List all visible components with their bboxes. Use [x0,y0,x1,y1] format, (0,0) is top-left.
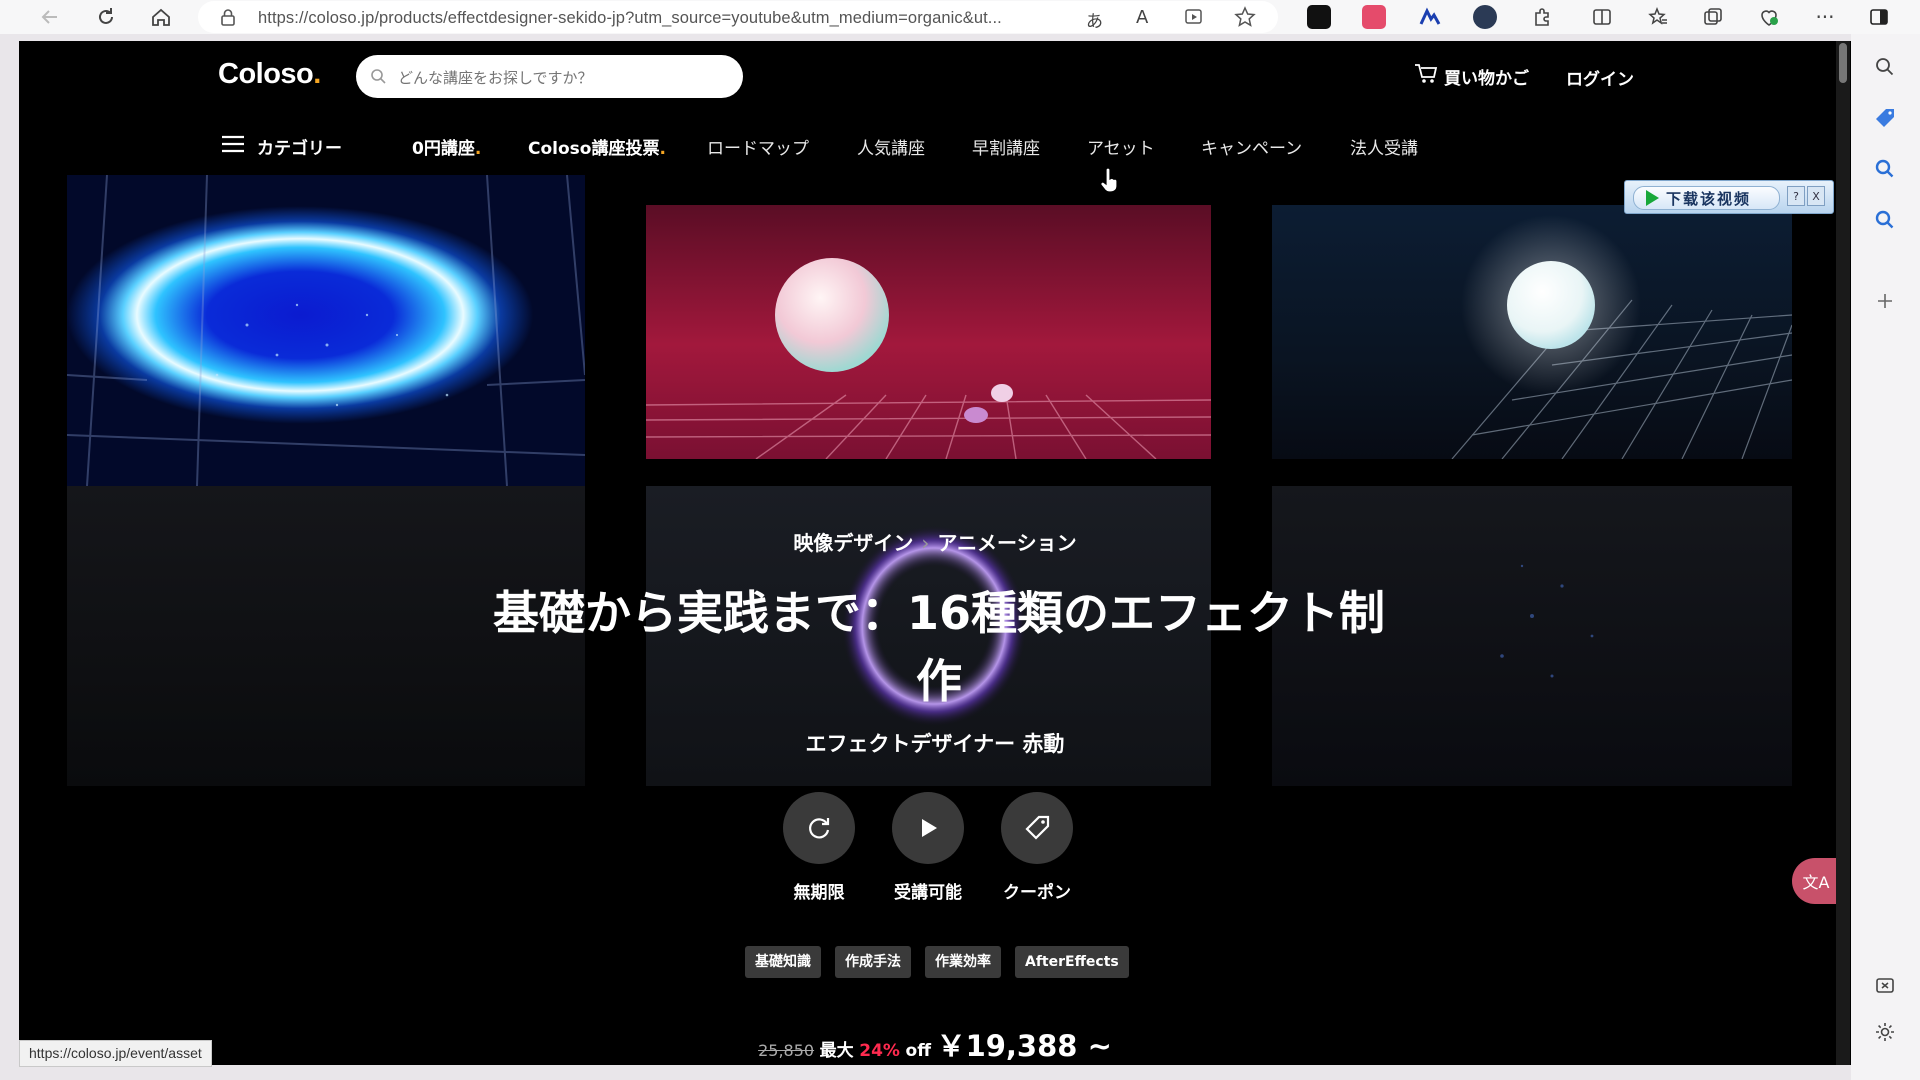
sidebar-bing-search-icon[interactable] [1873,208,1897,232]
course-title-line2: 作 [916,654,962,708]
translate-widget-button[interactable]: 文A [1792,858,1840,904]
course-title-line1: 基礎から実践まで：16種類のエフェクト制 [492,586,1385,640]
nav-category-label: カテゴリー [257,139,342,159]
logo-text: Coloso [218,58,314,90]
hero-image-portal [67,175,585,486]
feature-unlimited: 無期限 [764,792,874,903]
page-scrollbar[interactable] [1836,41,1850,1065]
nav-corporate[interactable]: 法人受講 [1350,129,1418,169]
tag-chip[interactable]: AfterEffects [1015,946,1129,978]
status-link-preview: https://coloso.jp/event/asset [19,1040,212,1067]
translate-page-icon[interactable]: あ [1086,7,1103,32]
nav-vote-dot: . [659,139,666,159]
play-icon [892,792,964,864]
browser-essentials-icon[interactable] [1756,4,1782,30]
extension-icon-2[interactable] [1362,5,1386,29]
more-menu-icon[interactable]: ··· [1812,4,1838,30]
tag-chip[interactable]: 基礎知識 [745,946,821,978]
favorite-star-icon[interactable] [1234,6,1256,32]
sidebar-search-icon[interactable] [1873,55,1897,79]
translate-icon: 文A [1802,873,1830,892]
read-aloud-icon[interactable]: A [1136,7,1148,28]
feature-coupon[interactable]: クーポン [982,792,1092,903]
original-price: 25,850 [758,1041,815,1060]
logo-dot: . [313,58,321,90]
cart-icon [1414,63,1438,90]
nav-early-discount[interactable]: 早割講座 [972,129,1040,169]
nav-vote-label: Coloso講座投票 [528,139,660,159]
cart-button[interactable]: 買い物かご [1414,63,1529,90]
close-overlay-button[interactable]: X [1807,186,1825,206]
download-video-button[interactable]: 下载该视频 [1633,186,1780,210]
nav-assets[interactable]: アセット [1087,129,1155,169]
coloso-logo[interactable]: Coloso. [218,58,321,91]
nav-free-courses-label: 0円講座 [412,139,475,159]
feature-label: クーポン [1003,883,1071,903]
price-row: 25,850 最大 24% off ￥19,388 ~ [19,1023,1851,1065]
scroll-thumb[interactable] [1839,43,1847,83]
nav-category[interactable]: カテゴリー [221,129,342,169]
current-price: ￥19,388 ~ [936,1029,1112,1063]
discount-percent: 24% [859,1041,900,1061]
tag-chip[interactable]: 作成手法 [835,946,911,978]
tag-icon [1001,792,1073,864]
feature-label: 無期限 [793,883,845,903]
nav-campaign[interactable]: キャンペーン [1201,129,1302,169]
sidebar-add-icon[interactable] [1873,289,1897,313]
login-button[interactable]: ログイン [1566,65,1634,90]
reload-icon[interactable] [93,4,119,30]
play-icon [1646,190,1659,206]
hamburger-icon [221,129,245,169]
help-button[interactable]: ? [1787,186,1805,206]
collections-icon[interactable] [1700,4,1726,30]
download-video-label: 下载该视频 [1666,189,1752,208]
download-video-overlay: 下载该视频 ? X [1624,180,1834,214]
breadcrumb-child[interactable]: アニメーション [937,531,1076,555]
breadcrumb-parent[interactable]: 映像デザイン [793,531,913,555]
hero-image-sphere-grid [1272,205,1792,459]
max-label: 最大 [819,1041,854,1061]
address-bar[interactable]: https://coloso.jp/products/effectdesigne… [198,1,1278,33]
feature-available: 受講可能 [873,792,983,903]
sidebar-toggle-icon[interactable] [1866,4,1892,30]
breadcrumb: 映像デザイン › アニメーション [19,527,1851,556]
favorites-icon[interactable] [1645,4,1671,30]
course-title: 基礎から実践まで：16種類のエフェクト制 作 [489,579,1389,715]
back-icon[interactable] [37,4,63,30]
nav-popular[interactable]: 人気講座 [857,129,925,169]
extensions-puzzle-icon[interactable] [1529,4,1555,30]
home-icon[interactable] [148,4,174,30]
edge-sidebar [1851,34,1920,1080]
chevron-right-icon: › [921,531,930,555]
sidebar-settings-gear-icon[interactable] [1873,1020,1897,1044]
sidebar-shopping-tag-icon[interactable] [1873,106,1897,130]
nav-free-courses[interactable]: 0円講座. [412,129,481,169]
extension-icon-3[interactable] [1418,5,1442,29]
nav-roadmap[interactable]: ロードマップ [707,129,809,169]
lock-icon[interactable] [220,8,236,30]
nav-vote[interactable]: Coloso講座投票. [528,129,666,169]
hero-image-sphere-red [646,205,1211,459]
sidebar-discover-icon[interactable] [1873,157,1897,181]
extension-icon-1[interactable] [1307,5,1331,29]
search-box[interactable] [356,55,743,100]
sidebar-screenshot-icon[interactable] [1873,974,1897,998]
nav-free-courses-dot: . [474,139,482,159]
refresh-icon [783,792,855,864]
split-screen-icon[interactable] [1589,4,1615,30]
search-input[interactable] [396,55,730,100]
search-icon [370,68,386,88]
browser-toolbar: https://coloso.jp/products/effectdesigne… [0,0,1920,34]
off-label: off [905,1041,931,1061]
tag-chip[interactable]: 作業効率 [925,946,1001,978]
course-author: エフェクトデザイナー 赤動 [805,732,1065,756]
page-viewport: Coloso. 買い物かご ログイン カテゴリー 0円講座. Coloso講座投… [19,41,1851,1065]
media-icon[interactable] [1184,7,1204,31]
address-url[interactable]: https://coloso.jp/products/effectdesigne… [258,9,1002,28]
extension-icon-4[interactable] [1473,5,1497,29]
cart-label: 買い物かご [1444,69,1529,89]
hand-cursor-icon [1100,167,1120,198]
feature-label: 受講可能 [894,883,962,903]
